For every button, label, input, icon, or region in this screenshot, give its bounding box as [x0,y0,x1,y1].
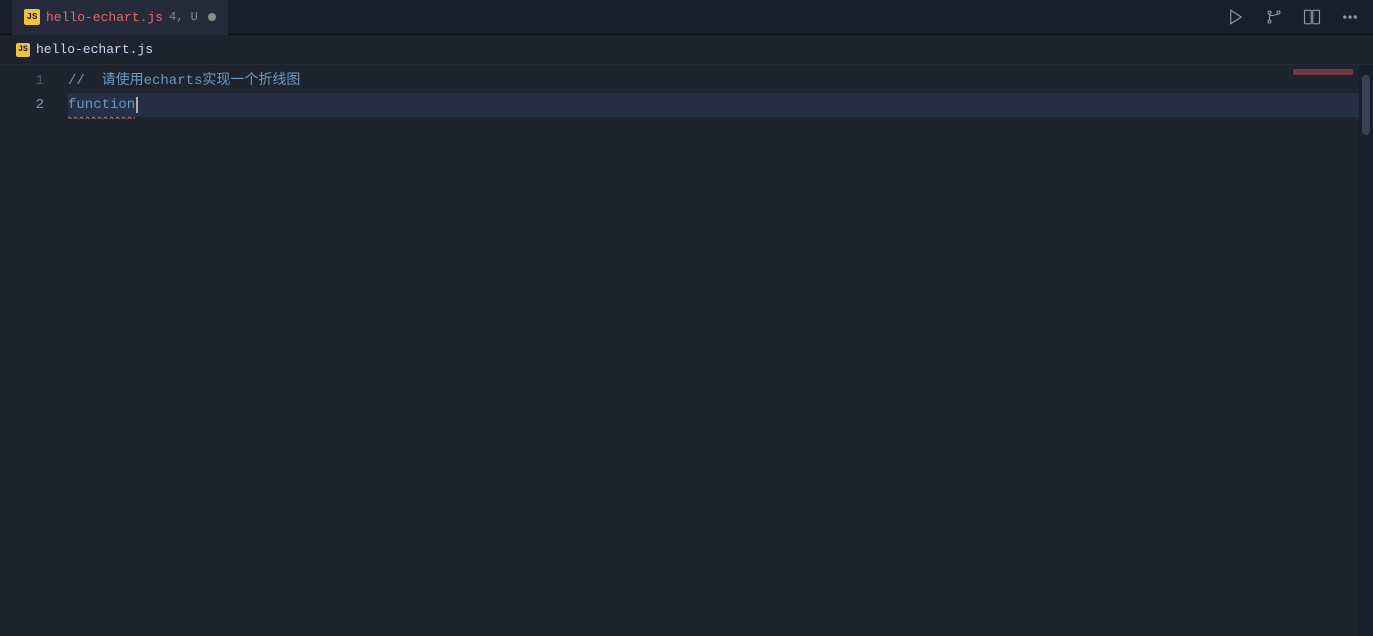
scrollbar-thumb[interactable] [1362,75,1370,135]
split-icon [1303,8,1321,26]
tab-unsaved-dot [208,13,216,21]
title-bar-right [1225,6,1361,28]
tab-badge: 4, U [169,10,198,24]
line-number-1: 1 [0,69,44,93]
code-line-1: // 请使用echarts实现一个折线图 [68,69,1359,93]
file-tab[interactable]: JS hello-echart.js 4, U [12,0,228,35]
line-numbers: 1 2 [0,65,60,636]
title-bar: JS hello-echart.js 4, U [0,0,1373,35]
code-line-2-keyword: function [68,93,135,117]
breadcrumb-bar: JS hello-echart.js [0,35,1373,65]
tab-filename: hello-echart.js [46,10,163,25]
code-line-1-content: // 请使用echarts实现一个折线图 [68,69,300,93]
scrollbar-track[interactable] [1359,65,1373,636]
code-line-2: function [68,93,1359,117]
code-area[interactable]: // 请使用echarts实现一个折线图 function [60,65,1359,636]
text-cursor [136,97,138,113]
split-editor-button[interactable] [1301,6,1323,28]
js-file-icon: JS [24,9,40,25]
run-button[interactable] [1225,6,1247,28]
title-bar-left: JS hello-echart.js 4, U [12,0,228,35]
breadcrumb-filename: hello-echart.js [36,42,153,57]
run-icon [1227,8,1245,26]
branch-icon [1265,8,1283,26]
line-number-2: 2 [0,93,44,117]
source-control-button[interactable] [1263,6,1285,28]
more-icon [1341,8,1359,26]
editor-container: 1 2 // 请使用echarts实现一个折线图 function [0,65,1373,636]
breadcrumb-js-icon: JS [16,43,30,57]
more-options-button[interactable] [1339,6,1361,28]
